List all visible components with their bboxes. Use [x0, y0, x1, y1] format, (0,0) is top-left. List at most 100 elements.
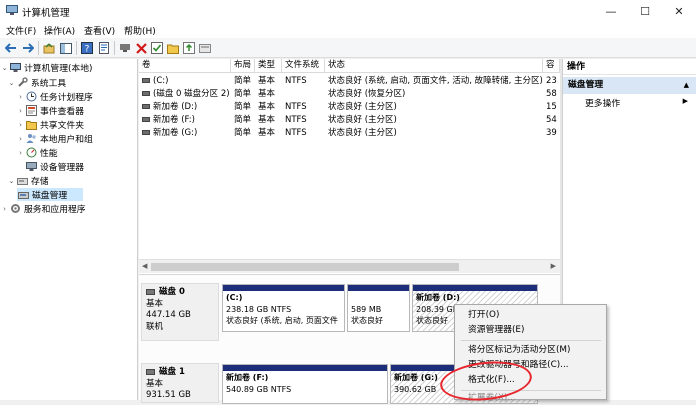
chevron-right-icon[interactable]: › [0, 205, 9, 213]
tree-label: 计算机管理(本地) [24, 64, 93, 74]
tree-item-task-scheduler[interactable]: › 任务计划程序 [16, 90, 93, 103]
menu-file[interactable]: 文件(F) [6, 24, 36, 37]
disk-icon [146, 288, 155, 295]
properties-icon[interactable] [97, 41, 111, 55]
chevron-up-icon[interactable]: ▲ [684, 77, 689, 94]
forward-icon[interactable] [21, 41, 35, 55]
scroll-right-icon[interactable]: ▶ [551, 262, 556, 270]
partition-status: 状态良好 [351, 316, 383, 325]
tree-item-local-users[interactable]: › 本地用户和组 [16, 132, 93, 145]
status-cell: 状态良好 (系统, 启动, 页面文件, 活动, 故障转储, 主分区) [328, 76, 543, 86]
scrollbar-thumb[interactable] [151, 263, 459, 271]
column-header-filesystem[interactable]: 文件系统 [282, 59, 325, 73]
actions-section-disk-management[interactable]: 磁盘管理 ▲ [563, 77, 696, 94]
status-cell: 状态良好 (主分区) [328, 115, 397, 125]
chevron-down-icon[interactable]: ⌄ [0, 64, 9, 72]
menu-view[interactable]: 查看(V) [84, 24, 115, 37]
tree-item-disk-management[interactable]: 磁盘管理 [17, 188, 83, 201]
chevron-right-icon[interactable]: › [16, 135, 25, 143]
tree-label: 共享文件夹 [40, 121, 84, 131]
tree-item-root[interactable]: ⌄ 计算机管理(本地) [0, 61, 92, 74]
filesystem-cell [282, 88, 325, 101]
chevron-down-icon[interactable]: ⌄ [7, 177, 16, 185]
disk-name: 磁盘 0 [159, 287, 185, 297]
scroll-left-icon[interactable]: ◀ [142, 262, 147, 270]
arrow-icon[interactable] [182, 41, 196, 55]
actions-section-label: 磁盘管理 [568, 80, 604, 90]
menu-item-explore[interactable]: 资源管理器(E) [468, 324, 524, 336]
layout-cell: 简单 [234, 128, 252, 138]
connect-icon[interactable] [118, 41, 132, 55]
menu-action[interactable]: 操作(A) [44, 24, 75, 37]
partition-recovery[interactable]: 589 MB 状态良好 [347, 284, 410, 332]
more-actions-item[interactable]: 更多操作 [585, 96, 620, 109]
back-icon[interactable] [4, 41, 18, 55]
maximize-button[interactable]: ☐ [628, 0, 662, 22]
partition-status: 状态良好 (系统, 启动, 页面文件 [226, 316, 338, 325]
menu-separator [461, 340, 601, 341]
tree-label: 事件查看器 [40, 107, 84, 117]
menu-help[interactable]: 帮助(H) [124, 24, 156, 37]
up-icon[interactable] [42, 41, 56, 55]
disk-0-info[interactable]: 磁盘 0 基本 447.14 GB 联机 [141, 283, 219, 341]
tree-item-device-manager[interactable]: 设备管理器 [25, 160, 84, 173]
type-cell: 基本 [258, 89, 276, 99]
computer-icon [9, 62, 21, 73]
chevron-right-icon[interactable]: › [16, 93, 25, 101]
partition-f[interactable]: 新加卷 (F:) 540.89 GB NTFS [222, 364, 388, 404]
disk-1-info[interactable]: 磁盘 1 基本 931.51 GB [141, 363, 219, 403]
tree-item-system-tools[interactable]: ⌄ 系统工具 [7, 76, 66, 89]
filesystem-cell: NTFS [285, 102, 307, 112]
layout-cell: 简单 [234, 76, 252, 86]
close-button[interactable]: ✕ [662, 0, 696, 22]
column-header-status[interactable]: 状态 [325, 59, 543, 73]
partition-title: 新加卷 (D:) [416, 293, 460, 302]
check-icon[interactable] [150, 41, 164, 55]
computer-management-icon [6, 5, 18, 15]
chevron-down-icon[interactable]: ⌄ [7, 79, 16, 87]
column-header-volume[interactable]: 卷 [139, 59, 231, 73]
table-row[interactable]: 新加卷 (G:) 简单 基本 NTFS 状态良好 (主分区) 39 [139, 127, 560, 140]
folder-icon[interactable] [166, 41, 180, 55]
table-row[interactable]: 新加卷 (F:) 简单 基本 NTFS 状态良好 (主分区) 54 [139, 114, 560, 127]
chevron-right-icon[interactable]: › [16, 107, 25, 115]
performance-icon [25, 147, 37, 158]
disk-size: 447.14 GB [146, 310, 191, 320]
volume-list: 卷 布局 类型 文件系统 状态 容 (C:) 简单 基本 NTFS 状态良好 (… [139, 59, 560, 274]
event-viewer-icon [25, 105, 37, 116]
services-icon [9, 203, 21, 214]
tools-icon [16, 77, 28, 88]
tree-item-performance[interactable]: › 性能 [16, 146, 58, 159]
horizontal-scrollbar[interactable]: ◀ ▶ [139, 259, 560, 273]
column-header-layout[interactable]: 布局 [231, 59, 255, 73]
help-icon[interactable]: ? [80, 41, 94, 55]
status-cell: 状态良好 (主分区) [328, 102, 397, 112]
tree-item-storage[interactable]: ⌄ 存储 [7, 174, 49, 188]
chevron-right-icon[interactable]: › [16, 149, 25, 157]
tree-label: 存储 [31, 177, 49, 187]
column-header-capacity[interactable]: 容 [543, 59, 560, 73]
delete-icon[interactable] [134, 41, 148, 55]
tree-item-shared-folders[interactable]: › 共享文件夹 [16, 118, 84, 131]
minimize-button[interactable]: — [594, 0, 628, 22]
menu-item-mark-active[interactable]: 将分区标记为活动分区(M) [468, 344, 570, 356]
table-row[interactable]: (磁盘 0 磁盘分区 2) 简单 基本 状态良好 (恢复分区) 58 [139, 88, 560, 101]
tree-item-event-viewer[interactable]: › 事件查看器 [16, 104, 84, 117]
type-cell: 基本 [258, 76, 276, 86]
partition-c[interactable]: (C:) 238.18 GB NTFS 状态良好 (系统, 启动, 页面文件 [222, 284, 345, 332]
tree-label: 性能 [40, 149, 58, 159]
disk-icon[interactable] [198, 41, 212, 55]
column-header-type[interactable]: 类型 [255, 59, 282, 73]
tree-label: 系统工具 [31, 79, 67, 89]
show-hide-tree-icon[interactable] [59, 41, 73, 55]
layout-cell: 简单 [234, 89, 252, 99]
chevron-right-icon[interactable]: › [16, 121, 25, 129]
table-row[interactable]: (C:) 简单 基本 NTFS 状态良好 (系统, 启动, 页面文件, 活动, … [139, 75, 560, 88]
chevron-right-icon[interactable]: ▶ [683, 97, 688, 105]
tree-item-services-apps[interactable]: › 服务和应用程序 [0, 202, 86, 215]
title-bar: 计算机管理 — ☐ ✕ [0, 0, 696, 22]
volume-cell: 新加卷 (G:) [139, 127, 231, 140]
menu-item-open[interactable]: 打开(O) [468, 309, 499, 321]
table-row[interactable]: 新加卷 (D:) 简单 基本 NTFS 状态良好 (主分区) 15 [139, 101, 560, 114]
tree-label: 服务和应用程序 [24, 205, 86, 215]
